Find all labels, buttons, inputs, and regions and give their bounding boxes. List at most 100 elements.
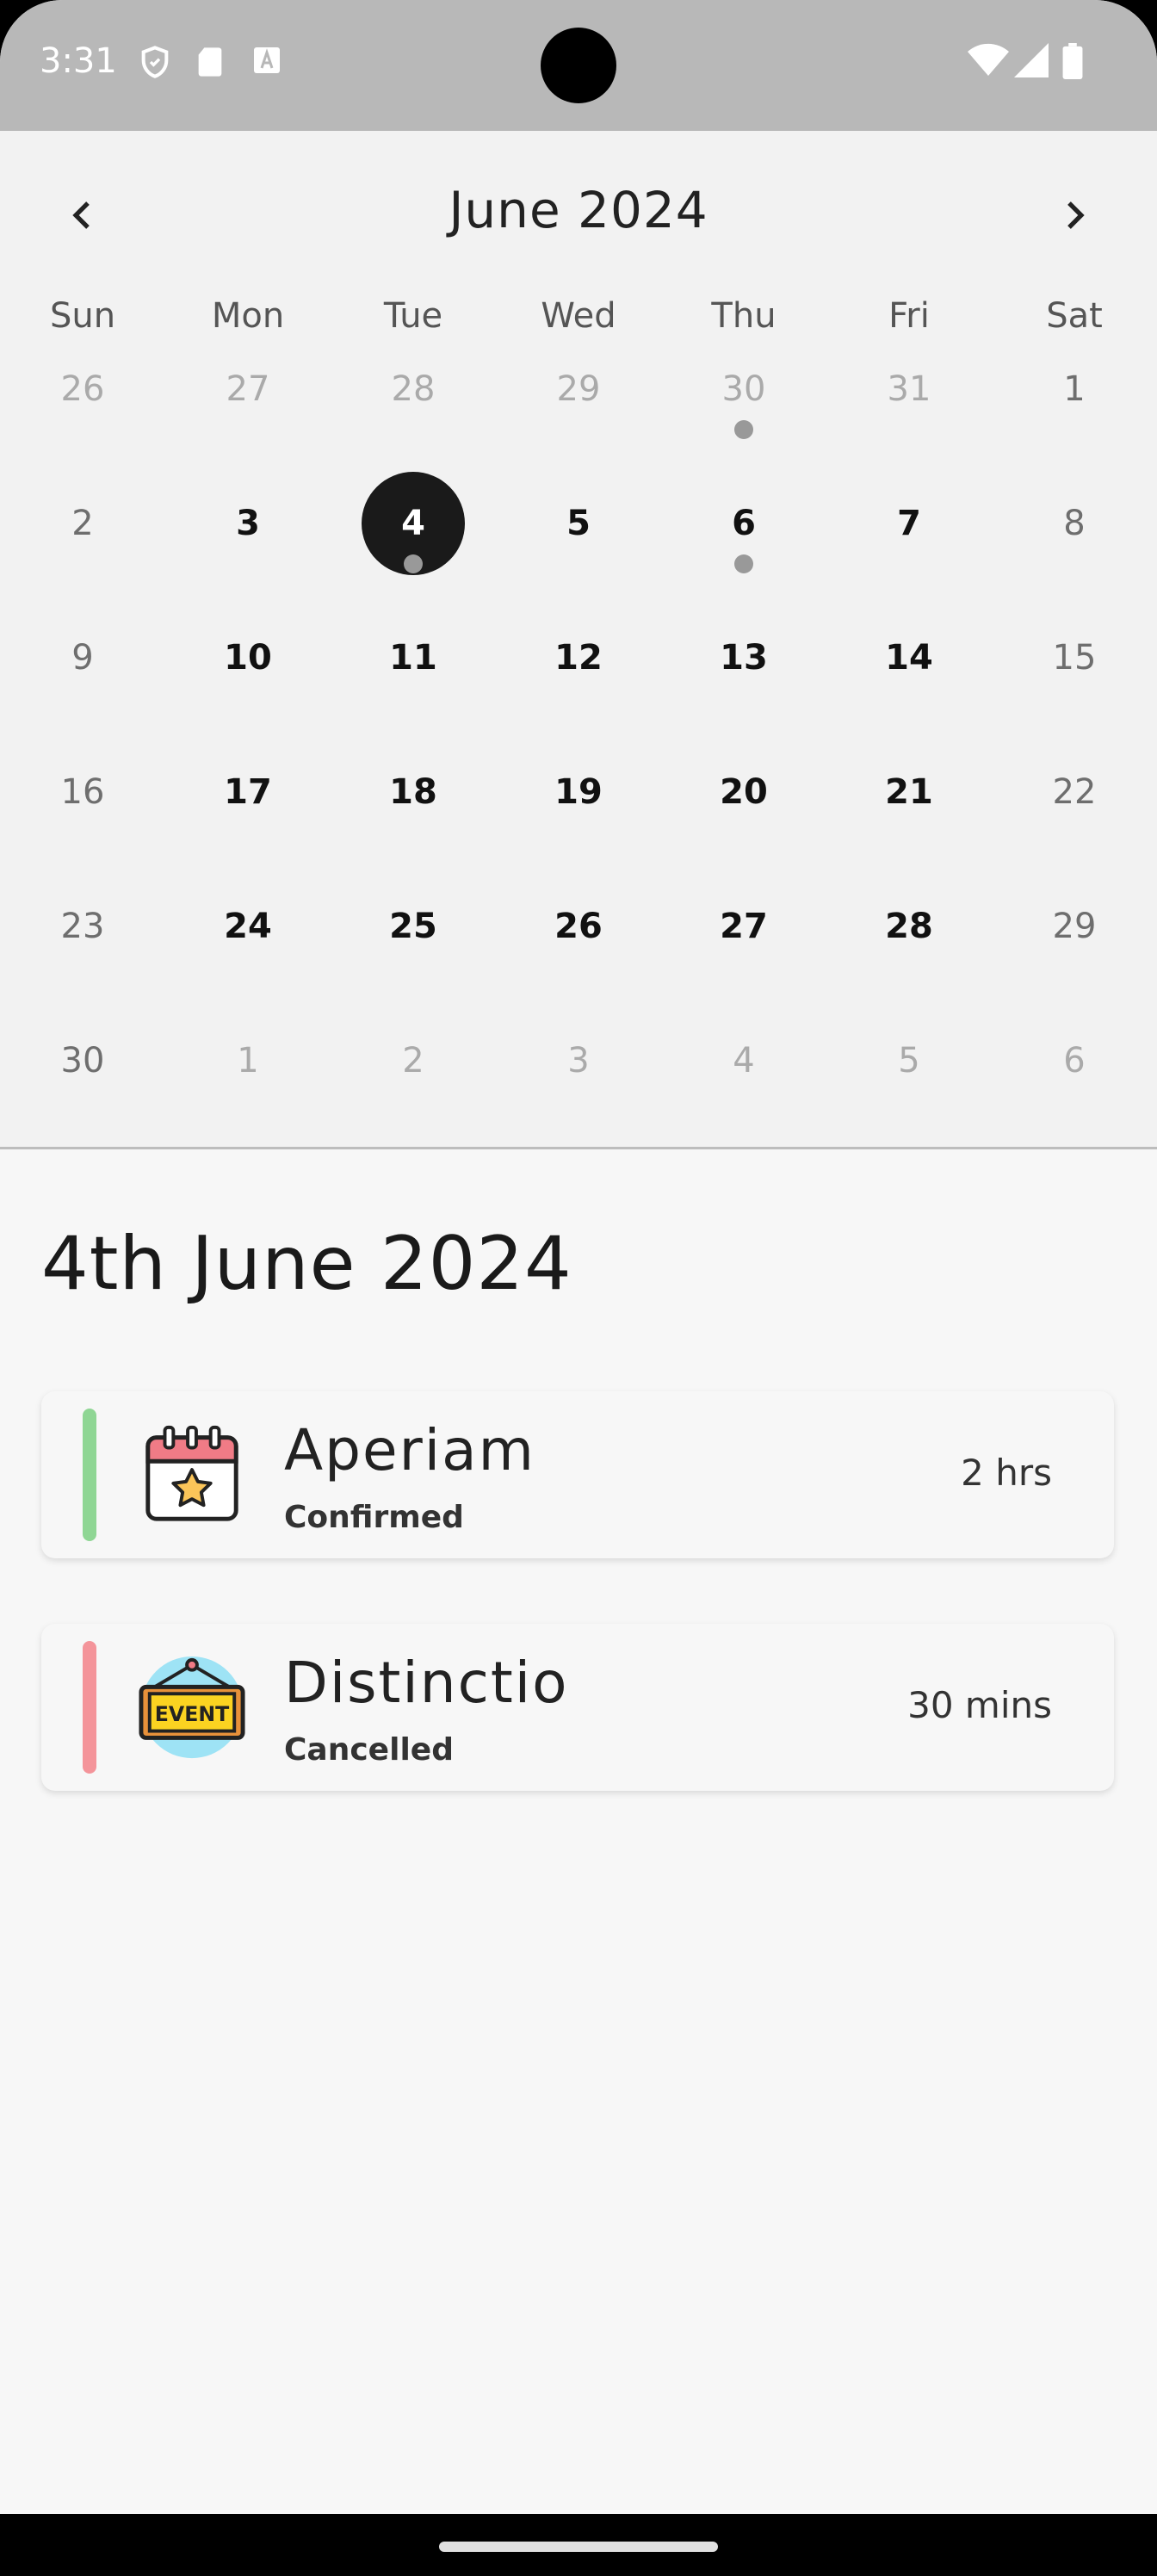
- next-month-button[interactable]: [1054, 195, 1095, 236]
- day-cell[interactable]: 1: [992, 337, 1157, 472]
- camera-cutout: [541, 28, 616, 103]
- event-title: Aperiam: [284, 1417, 535, 1483]
- event-card[interactable]: EVENT Distinctio Cancelled 30 mins: [41, 1624, 1114, 1791]
- weekday-label: Fri: [888, 296, 930, 336]
- day-number: 19: [554, 772, 603, 812]
- day-cell[interactable]: 30: [661, 337, 826, 472]
- day-cell[interactable]: 4: [661, 1009, 826, 1143]
- day-cell[interactable]: 31: [826, 337, 992, 472]
- event-duration: 30 mins: [907, 1684, 1052, 1726]
- day-cell[interactable]: 13: [661, 606, 826, 740]
- day-cell[interactable]: 5: [826, 1009, 992, 1143]
- day-number: 25: [389, 907, 437, 946]
- day-cell[interactable]: 27: [661, 875, 826, 1009]
- day-number: 12: [554, 638, 603, 678]
- day-number: 11: [389, 638, 437, 678]
- day-number: 13: [720, 638, 768, 678]
- day-number: 26: [554, 907, 603, 946]
- day-number: 26: [60, 369, 105, 409]
- day-number: 27: [226, 369, 270, 409]
- day-number: 15: [1052, 638, 1097, 678]
- day-cell-selected[interactable]: 4: [331, 472, 496, 606]
- status-color-bar: [83, 1409, 96, 1541]
- day-number: 16: [60, 772, 105, 812]
- weekday-label: Wed: [541, 296, 616, 336]
- day-cell[interactable]: 27: [165, 337, 331, 472]
- day-number: 3: [236, 504, 260, 543]
- day-cell[interactable]: 3: [496, 1009, 661, 1143]
- day-number: 5: [566, 504, 591, 543]
- day-number: 2: [402, 1041, 424, 1081]
- day-number: 6: [732, 504, 756, 543]
- day-cell[interactable]: 15: [992, 606, 1157, 740]
- day-number: 17: [224, 772, 272, 812]
- day-number: 7: [897, 504, 921, 543]
- day-cell[interactable]: 11: [331, 606, 496, 740]
- calendar-star-icon: [138, 1421, 246, 1529]
- event-card[interactable]: Aperiam Confirmed 2 hrs: [41, 1391, 1114, 1558]
- day-number: 30: [721, 369, 766, 409]
- day-cell[interactable]: 29: [992, 875, 1157, 1009]
- day-cell[interactable]: 29: [496, 337, 661, 472]
- day-number: 28: [391, 369, 436, 409]
- sd-card-icon: [195, 45, 226, 83]
- day-cell[interactable]: 25: [331, 875, 496, 1009]
- day-cell[interactable]: 7: [826, 472, 992, 606]
- weekday-label: Sat: [1046, 296, 1103, 336]
- day-number: 4: [733, 1041, 755, 1081]
- day-number: 21: [885, 772, 933, 812]
- home-gesture-bar[interactable]: [439, 2542, 718, 2552]
- day-number: 1: [1063, 369, 1086, 409]
- day-cell[interactable]: 26: [0, 337, 165, 472]
- day-cell[interactable]: 2: [0, 472, 165, 606]
- day-cell[interactable]: 1: [165, 1009, 331, 1143]
- day-cell[interactable]: 28: [826, 875, 992, 1009]
- day-cell[interactable]: 22: [992, 740, 1157, 875]
- weekday-label: Mon: [211, 296, 285, 336]
- day-number: 6: [1063, 1041, 1086, 1081]
- day-cell[interactable]: 3: [165, 472, 331, 606]
- event-sign-icon: EVENT: [138, 1653, 246, 1762]
- day-cell[interactable]: 6: [992, 1009, 1157, 1143]
- day-cell[interactable]: 28: [331, 337, 496, 472]
- day-cell[interactable]: 6: [661, 472, 826, 606]
- day-cell[interactable]: 8: [992, 472, 1157, 606]
- day-cell[interactable]: 20: [661, 740, 826, 875]
- day-cell[interactable]: 9: [0, 606, 165, 740]
- day-number: 1: [237, 1041, 259, 1081]
- day-cell[interactable]: 12: [496, 606, 661, 740]
- day-cell[interactable]: 23: [0, 875, 165, 1009]
- day-cell[interactable]: 14: [826, 606, 992, 740]
- selected-date-heading: 4th June 2024: [41, 1221, 572, 1307]
- chevron-right-icon: [1067, 201, 1085, 229]
- day-number: 8: [1063, 504, 1086, 543]
- day-cell[interactable]: 2: [331, 1009, 496, 1143]
- day-number: 29: [556, 369, 601, 409]
- day-cell[interactable]: 24: [165, 875, 331, 1009]
- day-number: 3: [567, 1041, 590, 1081]
- day-cell[interactable]: 21: [826, 740, 992, 875]
- day-cell[interactable]: 17: [165, 740, 331, 875]
- status-bar: 3:31: [0, 0, 1157, 131]
- event-indicator-dot: [404, 554, 423, 573]
- event-status: Confirmed: [284, 1500, 464, 1535]
- svg-text:EVENT: EVENT: [155, 1702, 229, 1726]
- day-cell[interactable]: 18: [331, 740, 496, 875]
- day-number: 10: [224, 638, 272, 678]
- event-indicator-dot: [734, 554, 753, 573]
- day-number: 28: [885, 907, 933, 946]
- day-cell[interactable]: 30: [0, 1009, 165, 1143]
- month-title: June 2024: [449, 181, 708, 239]
- day-cell[interactable]: 5: [496, 472, 661, 606]
- day-cell[interactable]: 26: [496, 875, 661, 1009]
- day-number: 18: [389, 772, 437, 812]
- event-status: Cancelled: [284, 1732, 454, 1768]
- font-a-icon: [251, 45, 282, 79]
- event-duration: 2 hrs: [961, 1452, 1052, 1494]
- day-cell[interactable]: 10: [165, 606, 331, 740]
- app-screen: 3:31 June 2024 Sun Mon Tue Wed Thu Fri S…: [0, 0, 1157, 2514]
- event-title: Distinctio: [284, 1650, 569, 1716]
- day-cell[interactable]: 19: [496, 740, 661, 875]
- day-cell[interactable]: 16: [0, 740, 165, 875]
- weekday-label: Sun: [49, 296, 116, 336]
